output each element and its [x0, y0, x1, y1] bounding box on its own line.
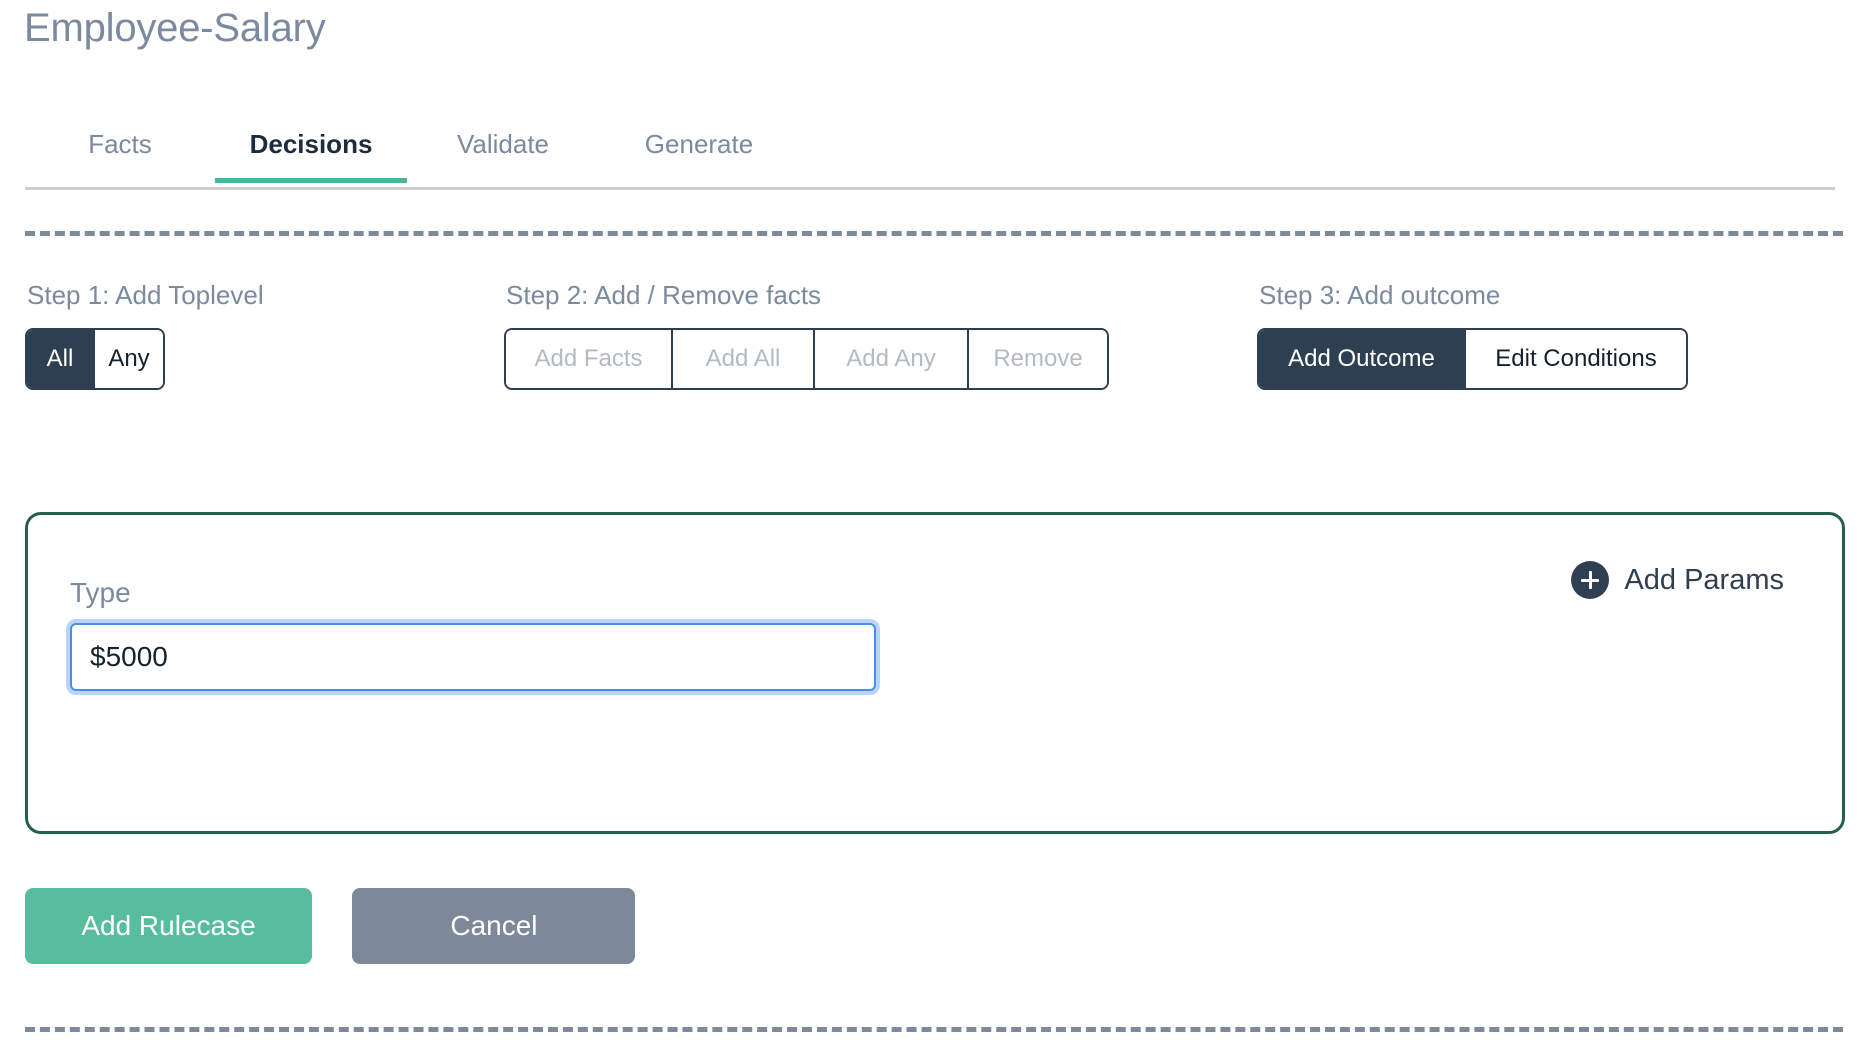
facts-button-group: Add Facts Add All Add Any Remove: [504, 328, 1109, 390]
toplevel-option-any[interactable]: Any: [93, 330, 163, 388]
edit-conditions-button[interactable]: Edit Conditions: [1464, 330, 1686, 388]
tab-decisions[interactable]: Decisions: [215, 118, 407, 183]
add-params-button[interactable]: Add Params: [1571, 561, 1784, 599]
footer-actions: Add Rulecase Cancel: [25, 888, 636, 964]
steps-row: Step 1: Add Toplevel All Any Step 2: Add…: [0, 280, 1870, 410]
cancel-button[interactable]: Cancel: [352, 888, 636, 964]
remove-button[interactable]: Remove: [967, 330, 1107, 388]
tab-decisions-label: Decisions: [249, 129, 373, 159]
add-facts-button[interactable]: Add Facts: [506, 330, 671, 388]
section-divider-bottom: [25, 1027, 1843, 1032]
step-2: Step 2: Add / Remove facts Add Facts Add…: [504, 280, 1109, 390]
type-field-group: Type: [70, 577, 890, 691]
add-any-button[interactable]: Add Any: [813, 330, 967, 388]
outcome-button-group: Add Outcome Edit Conditions: [1257, 328, 1688, 390]
toplevel-option-all[interactable]: All: [27, 330, 93, 388]
app-root: Employee-Salary Facts Decisions Validate…: [0, 0, 1870, 1064]
toplevel-toggle-group: All Any: [25, 328, 165, 390]
add-params-label: Add Params: [1624, 563, 1784, 596]
outcome-card: Add Params Type: [25, 512, 1845, 834]
step-1: Step 1: Add Toplevel All Any: [25, 280, 264, 390]
plus-circle-icon: [1571, 561, 1610, 599]
tab-generate-label: Generate: [644, 129, 754, 159]
type-input[interactable]: [70, 623, 876, 691]
add-rulecase-button[interactable]: Add Rulecase: [25, 888, 312, 964]
add-all-button[interactable]: Add All: [671, 330, 813, 388]
step-3-label: Step 3: Add outcome: [1259, 280, 1501, 310]
step-1-label: Step 1: Add Toplevel: [27, 280, 264, 310]
tab-facts-label: Facts: [88, 129, 152, 159]
add-outcome-button[interactable]: Add Outcome: [1259, 330, 1464, 388]
tab-facts[interactable]: Facts: [25, 118, 215, 183]
step-2-label: Step 2: Add / Remove facts: [506, 280, 822, 310]
tab-validate-label: Validate: [456, 129, 550, 159]
step-3: Step 3: Add outcome Add Outcome Edit Con…: [1257, 280, 1688, 390]
type-field-label: Type: [70, 577, 131, 608]
tab-validate[interactable]: Validate: [407, 118, 599, 183]
tab-bar: Facts Decisions Validate Generate: [25, 118, 1835, 190]
section-divider-top: [25, 231, 1843, 236]
page-title: Employee-Salary: [24, 6, 326, 50]
tab-generate[interactable]: Generate: [599, 118, 799, 183]
